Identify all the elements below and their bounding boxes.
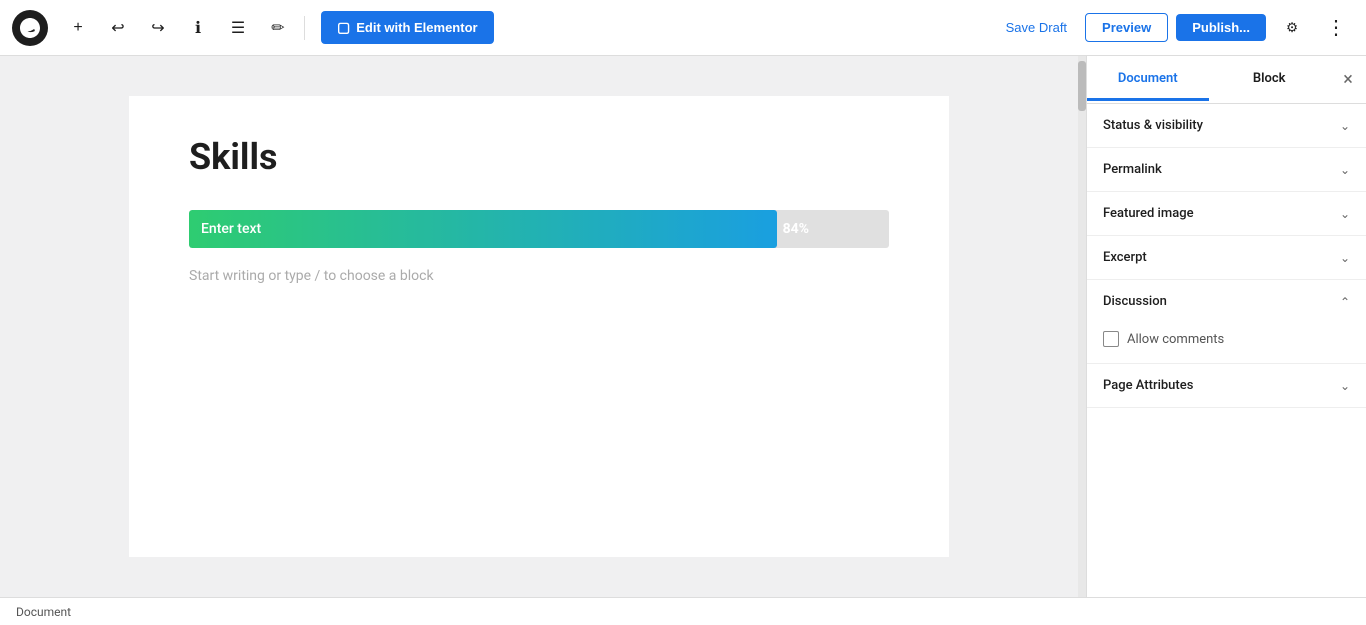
wp-logo-icon <box>20 18 40 38</box>
tab-block[interactable]: Block <box>1209 59 1331 101</box>
chevron-down-icon: ⌄ <box>1340 207 1350 221</box>
chevron-down-icon: ⌄ <box>1340 379 1350 393</box>
status-bar: Document <box>0 597 1366 625</box>
sidebar: Document Block × Status & visibility ⌄ P… <box>1086 56 1366 597</box>
redo-icon: ↪ <box>151 18 164 38</box>
allow-comments-label: Allow comments <box>1127 332 1224 347</box>
section-discussion-header[interactable]: Discussion ⌃ <box>1087 280 1366 323</box>
more-options-button[interactable]: ⋮ <box>1318 10 1354 46</box>
more-icon: ⋮ <box>1326 15 1346 40</box>
section-featured-image-title: Featured image <box>1103 206 1194 221</box>
redo-button[interactable]: ↪ <box>140 10 176 46</box>
section-discussion: Discussion ⌃ Allow comments <box>1087 280 1366 364</box>
progress-bar-percent: 84% <box>783 221 809 237</box>
settings-icon: ⚙ <box>1286 20 1298 36</box>
add-block-button[interactable]: + <box>60 10 96 46</box>
undo-button[interactable]: ↩ <box>100 10 136 46</box>
edit-elementor-button[interactable]: ▢ Edit with Elementor <box>321 11 494 44</box>
chevron-down-icon: ⌄ <box>1340 163 1350 177</box>
editor-canvas[interactable]: Skills Enter text 84% Start writing or t… <box>0 56 1078 597</box>
main-area: Skills Enter text 84% Start writing or t… <box>0 56 1366 597</box>
section-status-visibility-title: Status & visibility <box>1103 118 1203 133</box>
allow-comments-row: Allow comments <box>1103 331 1350 347</box>
info-button[interactable]: ℹ <box>180 10 216 46</box>
settings-button[interactable]: ⚙ <box>1274 10 1310 46</box>
status-bar-label: Document <box>16 605 71 619</box>
add-icon: + <box>73 19 82 37</box>
section-status-visibility: Status & visibility ⌄ <box>1087 104 1366 148</box>
toolbar: + ↩ ↪ ℹ ☰ ✏ ▢ Edit with Elementor Save D… <box>0 0 1366 56</box>
chevron-up-icon: ⌃ <box>1340 295 1350 309</box>
editor-placeholder[interactable]: Start writing or type / to choose a bloc… <box>189 268 889 284</box>
section-excerpt: Excerpt ⌄ <box>1087 236 1366 280</box>
section-discussion-title: Discussion <box>1103 294 1167 309</box>
section-permalink-title: Permalink <box>1103 162 1162 177</box>
chevron-down-icon: ⌄ <box>1340 251 1350 265</box>
progress-bar-container[interactable]: Enter text 84% <box>189 210 889 248</box>
section-page-attributes-title: Page Attributes <box>1103 378 1193 393</box>
allow-comments-checkbox[interactable] <box>1103 331 1119 347</box>
section-page-attributes: Page Attributes ⌄ <box>1087 364 1366 408</box>
canvas-scroll-thumb[interactable] <box>1078 61 1086 111</box>
section-page-attributes-header[interactable]: Page Attributes ⌄ <box>1087 364 1366 407</box>
toolbar-divider <box>304 16 305 40</box>
canvas-inner: Skills Enter text 84% Start writing or t… <box>129 96 949 557</box>
section-featured-image: Featured image ⌄ <box>1087 192 1366 236</box>
elementor-icon: ▢ <box>337 19 350 36</box>
toolbar-right: Save Draft Preview Publish... ⚙ ⋮ <box>996 10 1354 46</box>
list-icon: ☰ <box>231 18 245 38</box>
publish-button[interactable]: Publish... <box>1176 14 1266 41</box>
section-featured-image-header[interactable]: Featured image ⌄ <box>1087 192 1366 235</box>
pen-icon: ✏ <box>271 18 284 38</box>
sidebar-close-button[interactable]: × <box>1330 62 1366 98</box>
post-title[interactable]: Skills <box>189 136 889 178</box>
progress-bar-fill: Enter text <box>189 210 777 248</box>
undo-icon: ↩ <box>111 18 124 38</box>
canvas-scrollbar[interactable] <box>1078 56 1086 597</box>
close-icon: × <box>1343 69 1353 90</box>
section-excerpt-title: Excerpt <box>1103 250 1147 265</box>
preview-button[interactable]: Preview <box>1085 13 1168 42</box>
list-view-button[interactable]: ☰ <box>220 10 256 46</box>
section-permalink-header[interactable]: Permalink ⌄ <box>1087 148 1366 191</box>
sidebar-header: Document Block × <box>1087 56 1366 104</box>
info-icon: ℹ <box>195 18 201 38</box>
save-draft-button[interactable]: Save Draft <box>996 14 1077 41</box>
chevron-down-icon: ⌄ <box>1340 119 1350 133</box>
discussion-content: Allow comments <box>1087 323 1366 363</box>
progress-bar-text[interactable]: Enter text <box>201 221 261 237</box>
section-excerpt-header[interactable]: Excerpt ⌄ <box>1087 236 1366 279</box>
wp-logo[interactable] <box>12 10 48 46</box>
edit-button[interactable]: ✏ <box>260 10 296 46</box>
section-permalink: Permalink ⌄ <box>1087 148 1366 192</box>
edit-elementor-label: Edit with Elementor <box>356 20 477 35</box>
section-status-visibility-header[interactable]: Status & visibility ⌄ <box>1087 104 1366 147</box>
tab-document[interactable]: Document <box>1087 59 1209 101</box>
